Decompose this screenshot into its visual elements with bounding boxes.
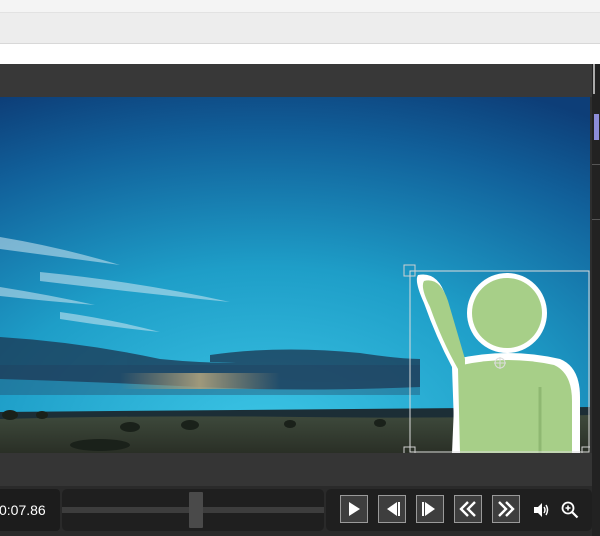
zoom-in-icon: [561, 501, 579, 519]
step-back-button[interactable]: [378, 495, 406, 523]
scrub-bar[interactable]: [62, 489, 324, 531]
side-panel-accent: [594, 114, 599, 140]
volume-icon: [532, 502, 550, 518]
editor-panel-header: [0, 64, 592, 97]
timecode-text: 0:07.86: [0, 502, 46, 518]
rewind-icon: [458, 501, 478, 517]
browser-toolbar: [0, 13, 600, 44]
fast-forward-button[interactable]: [492, 495, 520, 523]
step-forward-icon: [421, 501, 439, 517]
video-frame: [0, 97, 590, 453]
divider: [592, 219, 600, 220]
step-back-icon: [383, 501, 401, 517]
video-preview-canvas[interactable]: [0, 97, 590, 453]
timecode-display: 0:07.86: [0, 489, 60, 531]
preview-footer: [0, 453, 592, 486]
rewind-button[interactable]: [454, 495, 482, 523]
scrub-thumb[interactable]: [188, 492, 203, 528]
side-panel-edge: [592, 64, 600, 536]
side-panel-handle[interactable]: [593, 64, 595, 94]
volume-button[interactable]: [528, 497, 554, 523]
browser-tab-strip: [0, 0, 600, 13]
divider: [592, 164, 600, 165]
fast-forward-icon: [496, 501, 516, 517]
playback-controls: [326, 489, 592, 531]
page-top-area: [0, 44, 600, 64]
zoom-in-button[interactable]: [557, 497, 583, 523]
step-forward-button[interactable]: [416, 495, 444, 523]
play-icon: [346, 501, 362, 517]
play-button[interactable]: [340, 495, 368, 523]
